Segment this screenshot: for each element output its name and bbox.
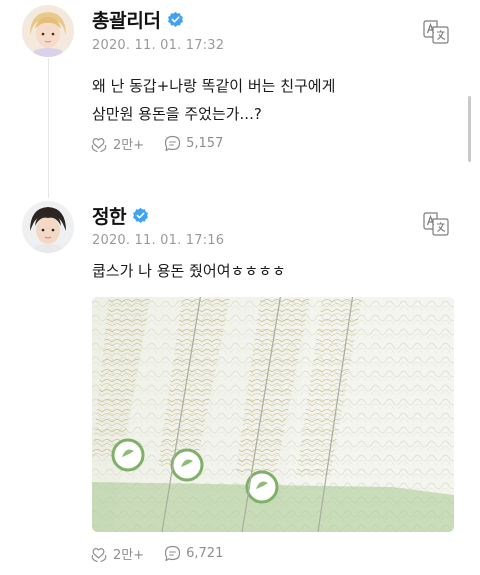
comment-button[interactable]: 5,157 [164,135,223,152]
like-button[interactable]: 2만+ [90,134,144,153]
post-timestamp: 2020. 11. 01. 17:32 [92,38,225,53]
avatar[interactable] [22,201,74,253]
likes-count: 2만+ [113,548,145,563]
likes-count: 2만+ [113,138,145,153]
post-text: 왜 난 동갑+나랑 똑같이 버는 친구에게 삼만원 용돈을 주었는가...? [92,77,336,123]
avatar[interactable] [22,5,74,57]
author-name[interactable]: 총괄리더 [92,6,161,33]
comment-button[interactable]: 6,721 [164,545,223,562]
author-name[interactable]: 정한 [92,202,127,229]
thread-connector-line [48,58,49,198]
comment-icon [165,545,181,562]
banknotes-photo[interactable] [92,297,454,532]
author-row: 총괄리더 [92,6,184,32]
like-button[interactable]: 2만+ [90,544,144,563]
comments-count: 6,721 [186,546,224,561]
heart-hands-icon [91,547,107,562]
translate-icon[interactable] [422,20,450,44]
verified-badge-icon [133,207,149,223]
post-reactions: 2만+ 6,721 [90,544,243,563]
translate-icon[interactable] [422,212,450,236]
verified-badge-icon [167,11,183,27]
post-reactions: 2만+ 5,157 [90,134,243,153]
comment-icon [165,135,181,152]
author-row: 정한 [92,202,149,228]
post-timestamp: 2020. 11. 01. 17:16 [92,233,225,248]
post-text: 쿱스가 나 용돈 줬어여ㅎㅎㅎㅎ [92,262,286,280]
comments-count: 5,157 [186,136,224,151]
scrollbar[interactable] [468,96,471,162]
heart-hands-icon [91,137,107,152]
